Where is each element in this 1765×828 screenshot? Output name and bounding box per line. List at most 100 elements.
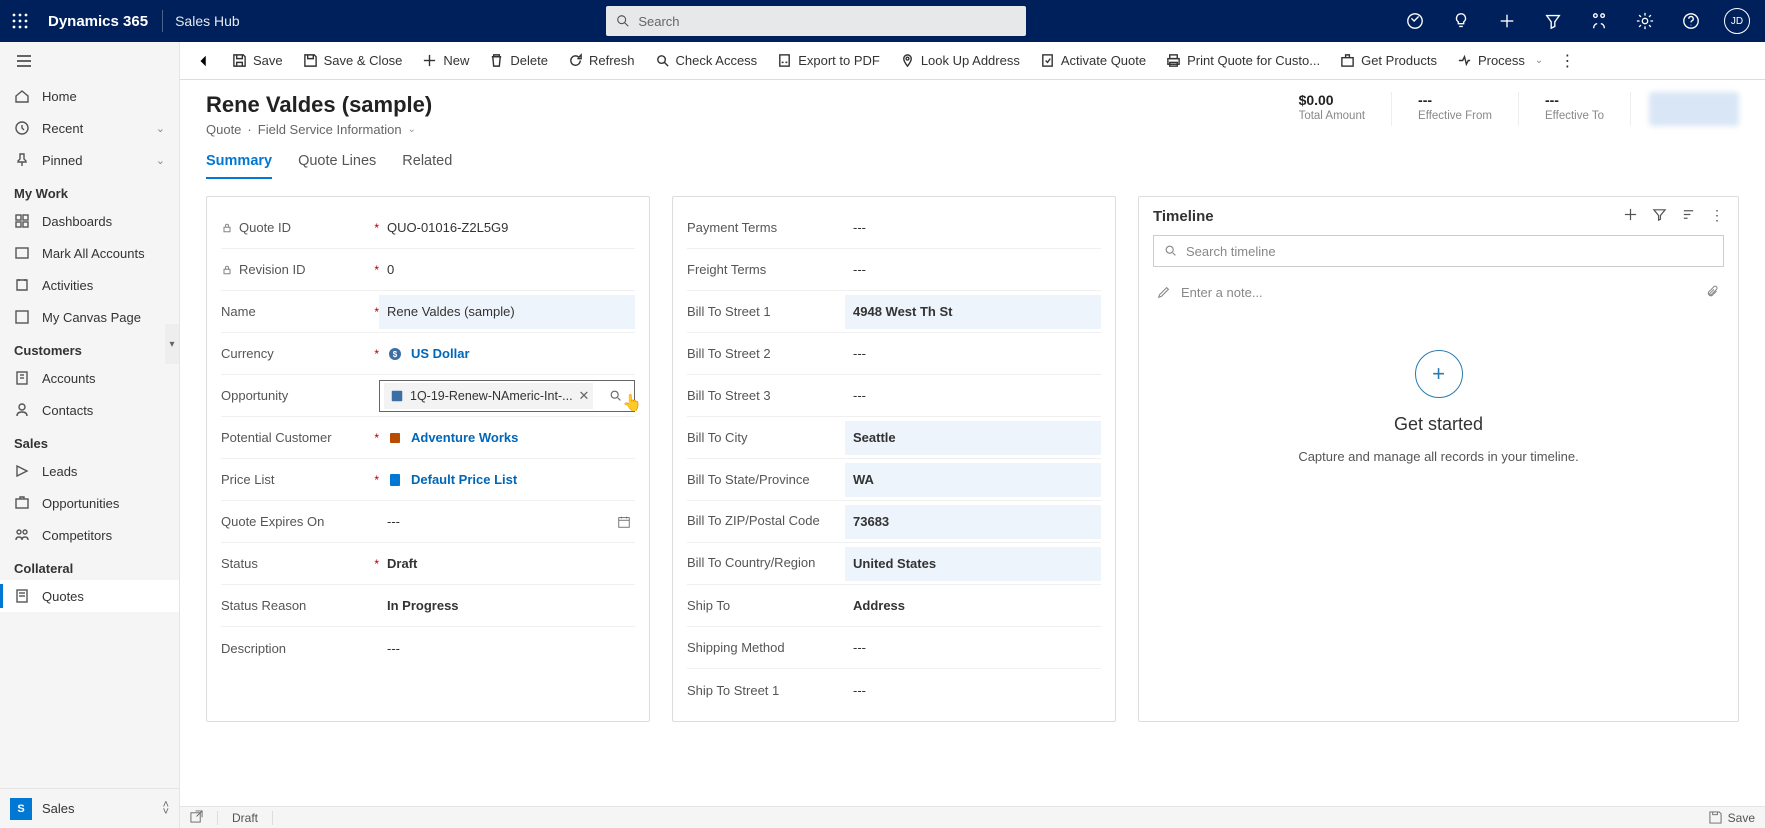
freight-terms-value[interactable]: --- <box>845 253 1101 287</box>
bill-street3-label: Bill To Street 3 <box>687 388 771 403</box>
area-switcher[interactable]: S Sales ˄˅ <box>0 788 179 828</box>
lookup-search-icon[interactable] <box>602 389 630 403</box>
metric-owner-blurred <box>1649 92 1739 126</box>
quote-expires-input[interactable]: --- <box>379 505 635 539</box>
opportunity-chip[interactable]: 1Q-19-Renew-NAmeric-Int-... ✕ <box>384 383 593 409</box>
timeline-note-input[interactable]: Enter a note... <box>1153 275 1724 309</box>
tab-quote-lines[interactable]: Quote Lines <box>298 153 376 179</box>
popout-icon[interactable] <box>190 810 203 826</box>
nav-my-canvas-page[interactable]: My Canvas Page <box>0 301 179 333</box>
nav-leads-label: Leads <box>42 464 77 479</box>
currency-lookup[interactable]: $ US Dollar <box>379 337 635 371</box>
tab-related[interactable]: Related <box>402 153 452 179</box>
nav-home[interactable]: Home <box>0 80 179 112</box>
timeline-more-icon[interactable]: ⋮ <box>1710 207 1724 225</box>
nav-competitors[interactable]: Competitors <box>0 519 179 551</box>
cmd-refresh[interactable]: Refresh <box>558 42 645 80</box>
cmd-new[interactable]: New <box>412 42 479 80</box>
bill-country-input[interactable]: United States <box>845 547 1101 581</box>
quote-id-value: QUO-01016-Z2L5G9 <box>379 211 635 245</box>
brand-separator <box>162 10 163 32</box>
settings-icon[interactable] <box>1625 0 1665 42</box>
help-icon[interactable] <box>1671 0 1711 42</box>
timeline-sort-icon[interactable] <box>1681 207 1696 225</box>
cmd-export-pdf[interactable]: Export to PDF <box>767 42 890 80</box>
timeline-note-placeholder: Enter a note... <box>1181 285 1263 300</box>
payment-terms-value[interactable]: --- <box>845 211 1101 245</box>
app-launcher-icon[interactable] <box>0 0 40 42</box>
nav-accounts[interactable]: Accounts <box>0 362 179 394</box>
nav-opportunities[interactable]: Opportunities <box>0 487 179 519</box>
status-reason-label: Status Reason <box>221 598 306 613</box>
cmd-print-quote[interactable]: Print Quote for Custo... <box>1156 42 1330 80</box>
back-button[interactable] <box>186 42 222 80</box>
nav-dashboards[interactable]: Dashboards <box>0 205 179 237</box>
top-navbar: Dynamics 365 Sales Hub Search JD <box>0 0 1765 42</box>
relationship-icon[interactable] <box>1579 0 1619 42</box>
cmd-save-close[interactable]: Save & Close <box>293 42 413 80</box>
bill-street3-value[interactable]: --- <box>845 379 1101 413</box>
timeline-filter-icon[interactable] <box>1652 207 1667 225</box>
bill-street2-value[interactable]: --- <box>845 337 1101 371</box>
bill-country-label: Bill To Country/Region <box>687 555 815 572</box>
calendar-icon[interactable] <box>617 515 631 529</box>
price-list-icon <box>387 472 403 488</box>
cmd-overflow[interactable]: ⋮ <box>1553 51 1581 71</box>
cmd-process[interactable]: Process⌄ <box>1447 42 1553 80</box>
chip-clear-icon[interactable]: ✕ <box>579 388 590 404</box>
filter-icon[interactable] <box>1533 0 1573 42</box>
potential-customer-lookup[interactable]: Adventure Works <box>379 421 635 455</box>
nav-activities[interactable]: Activities <box>0 269 179 301</box>
revision-id-value: 0 <box>379 253 635 287</box>
opportunity-lookup[interactable]: 1Q-19-Renew-NAmeric-Int-... ✕ 👆 <box>379 380 635 412</box>
timeline-getstarted-button[interactable]: + <box>1415 350 1463 398</box>
tab-summary[interactable]: Summary <box>206 153 272 179</box>
cmd-activate-quote[interactable]: Activate Quote <box>1030 42 1156 80</box>
price-list-lookup[interactable]: Default Price List <box>379 463 635 497</box>
assistant-icon[interactable] <box>1395 0 1435 42</box>
name-input[interactable]: Rene Valdes (sample) <box>379 295 635 329</box>
nav-group-mywork: My Work <box>0 176 179 205</box>
user-avatar[interactable]: JD <box>1717 0 1757 42</box>
timeline-add-icon[interactable] <box>1623 207 1638 225</box>
new-icon[interactable] <box>1487 0 1527 42</box>
footer-status: Draft <box>232 811 258 825</box>
search-icon <box>1164 244 1178 258</box>
status-reason-value[interactable]: In Progress <box>379 589 635 623</box>
bill-city-input[interactable]: Seattle <box>845 421 1101 455</box>
form-selector[interactable]: Quote · Field Service Information ⌄ <box>206 122 432 137</box>
status-bar: Draft Save <box>180 806 1765 828</box>
attachment-icon[interactable] <box>1706 285 1720 299</box>
nav-quotes[interactable]: Quotes <box>0 580 179 612</box>
lightbulb-icon[interactable] <box>1441 0 1481 42</box>
nav-toggle[interactable] <box>0 42 179 80</box>
bill-street2-label: Bill To Street 2 <box>687 346 771 361</box>
nav-contacts[interactable]: Contacts <box>0 394 179 426</box>
form-grid: Quote ID* QUO-01016-Z2L5G9 Revision ID* … <box>180 180 1765 752</box>
bill-zip-input[interactable]: 73683 <box>845 505 1101 539</box>
bill-state-input[interactable]: WA <box>845 463 1101 497</box>
ship-street1-value[interactable]: --- <box>845 673 1101 707</box>
global-search[interactable]: Search <box>606 6 1026 36</box>
cmd-save[interactable]: Save <box>222 42 293 80</box>
hub-label[interactable]: Sales Hub <box>169 13 246 29</box>
shipping-method-value[interactable]: --- <box>845 631 1101 665</box>
nav-pinned[interactable]: Pinned <box>0 144 179 176</box>
account-icon <box>387 430 403 446</box>
nav-recent[interactable]: Recent <box>0 112 179 144</box>
cmd-look-up-address[interactable]: Look Up Address <box>890 42 1030 80</box>
nav-group-customers: Customers <box>0 333 179 362</box>
timeline-search[interactable]: Search timeline <box>1153 235 1724 267</box>
footer-save[interactable]: Save <box>1709 811 1755 825</box>
nav-mark-all-accounts[interactable]: Mark All Accounts <box>0 237 179 269</box>
ship-to-value[interactable]: Address <box>845 589 1101 623</box>
description-value[interactable]: --- <box>379 631 635 665</box>
currency-value: US Dollar <box>411 346 470 361</box>
cmd-delete[interactable]: Delete <box>479 42 558 80</box>
nav-scroll-caret[interactable]: ▾ <box>165 324 179 364</box>
cmd-check-access[interactable]: Check Access <box>645 42 768 80</box>
nav-leads[interactable]: Leads <box>0 455 179 487</box>
cmd-get-products[interactable]: Get Products <box>1330 42 1447 80</box>
cmd-delete-label: Delete <box>510 53 548 68</box>
bill-street1-input[interactable]: 4948 West Th St <box>845 295 1101 329</box>
